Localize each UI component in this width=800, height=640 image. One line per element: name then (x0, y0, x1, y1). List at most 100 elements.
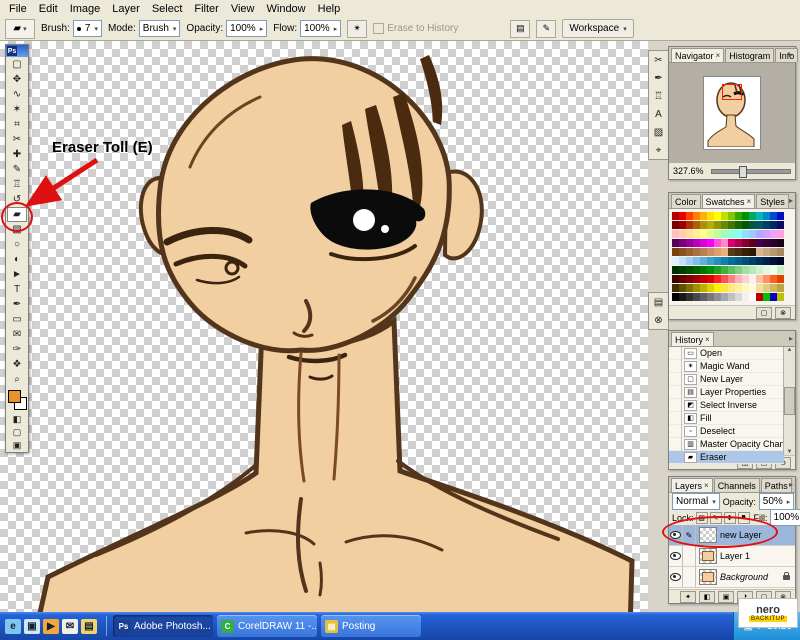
color-swatch[interactable] (700, 239, 707, 247)
color-swatch[interactable] (707, 239, 714, 247)
layer-set-icon[interactable]: ▣ (718, 590, 734, 603)
history-step-eraser[interactable]: ▰ Eraser (669, 451, 784, 464)
close-icon[interactable]: × (747, 197, 752, 206)
color-swatch[interactable] (714, 221, 721, 229)
color-swatch[interactable] (714, 248, 721, 256)
stamp-tool[interactable]: ♖ (650, 87, 667, 105)
dodge-tool[interactable]: ◐ (7, 252, 27, 267)
color-swatch[interactable] (756, 248, 763, 256)
color-swatch[interactable] (770, 248, 777, 256)
color-swatch[interactable] (700, 266, 707, 274)
color-swatch[interactable] (693, 293, 700, 301)
color-swatch[interactable] (756, 239, 763, 247)
color-swatch[interactable] (707, 248, 714, 256)
menu-file[interactable]: File (3, 1, 33, 17)
history-step-select-inverse[interactable]: ◩ Select Inverse (669, 399, 784, 412)
fill-input[interactable]: 100% ▸ (769, 509, 800, 526)
history-step-magic-wand[interactable]: ✶ Magic Wand (669, 360, 784, 373)
color-swatch[interactable] (742, 284, 749, 292)
navigator-view-rectangle[interactable] (722, 84, 742, 100)
show-desktop-icon[interactable]: ▣ (24, 618, 40, 634)
swatches-tab-color[interactable]: Color (671, 194, 701, 208)
color-swatch[interactable] (679, 212, 686, 220)
color-swatch[interactable] (721, 248, 728, 256)
color-swatch[interactable] (672, 212, 679, 220)
color-swatch[interactable] (721, 221, 728, 229)
eyedropper-tool[interactable]: ✑ (7, 342, 27, 357)
panel-menu-icon[interactable]: ▸ (789, 50, 793, 59)
navigator-zoom-slider[interactable] (711, 165, 791, 178)
panel-menu-icon[interactable]: ▸ (789, 196, 793, 205)
move-tool[interactable]: ✥ (7, 72, 27, 87)
flow-input[interactable]: 100% ▸ (300, 20, 342, 37)
layers-tab-layers[interactable]: Layers × (671, 478, 713, 492)
scrollbar-thumb[interactable] (784, 387, 795, 415)
color-swatch[interactable] (686, 212, 693, 220)
color-swatch[interactable] (777, 266, 784, 274)
layer-row-layer-1[interactable]: Layer 1 (669, 546, 795, 567)
color-swatch[interactable] (735, 221, 742, 229)
color-swatch[interactable] (756, 257, 763, 265)
zoom-tool[interactable]: ⌕ (7, 372, 27, 387)
color-swatch[interactable] (749, 248, 756, 256)
color-swatch[interactable] (672, 221, 679, 229)
color-swatch[interactable] (700, 248, 707, 256)
color-swatch[interactable] (749, 257, 756, 265)
color-swatch[interactable] (693, 230, 700, 238)
color-swatch[interactable] (679, 275, 686, 283)
shape-tool[interactable]: ▭ (7, 312, 27, 327)
color-swatch[interactable] (700, 221, 707, 229)
color-swatch[interactable] (763, 266, 770, 274)
color-swatch[interactable] (749, 293, 756, 301)
color-swatch[interactable] (707, 266, 714, 274)
lasso-tool[interactable]: ∿ (7, 87, 27, 102)
color-swatch[interactable] (728, 239, 735, 247)
layers-tab-paths[interactable]: Paths (760, 478, 792, 492)
color-swatch[interactable] (714, 230, 721, 238)
color-swatch[interactable] (749, 266, 756, 274)
color-swatch[interactable] (672, 284, 679, 292)
document-canvas[interactable] (0, 41, 648, 612)
jump-to-imageready[interactable]: ▣ (7, 439, 27, 452)
color-swatch[interactable] (672, 293, 679, 301)
slider-thumb[interactable] (739, 165, 748, 178)
color-swatch[interactable] (686, 230, 693, 238)
menu-help[interactable]: Help (312, 1, 347, 17)
history-step-deselect[interactable]: ▫ Deselect (669, 425, 784, 438)
color-swatch[interactable] (770, 230, 777, 238)
color-swatch[interactable] (756, 275, 763, 283)
color-swatch[interactable] (679, 257, 686, 265)
color-swatch[interactable] (707, 230, 714, 238)
lock-position-button[interactable]: ✥ (723, 511, 736, 524)
color-swatch[interactable] (735, 248, 742, 256)
color-swatch[interactable] (735, 230, 742, 238)
color-swatch[interactable] (693, 248, 700, 256)
navigator-preview[interactable] (669, 63, 795, 163)
file-browser-button[interactable]: ▤ (510, 19, 531, 38)
menu-image[interactable]: Image (64, 1, 107, 17)
color-swatch[interactable] (763, 230, 770, 238)
blend-mode-select[interactable]: Normal ▾ (672, 493, 720, 510)
menu-window[interactable]: Window (261, 1, 312, 17)
gradient-tool[interactable]: ▧ (7, 222, 27, 237)
color-swatch[interactable] (714, 212, 721, 220)
pen-tool[interactable]: ✒ (650, 69, 667, 87)
slice-tool[interactable]: ✂ (7, 132, 27, 147)
scroll-up-icon[interactable]: ▲ (787, 347, 793, 353)
history-step-fill[interactable]: ◧ Fill (669, 412, 784, 425)
delete-swatch-icon[interactable]: ⊗ (775, 306, 791, 319)
color-swatch[interactable] (728, 293, 735, 301)
layer-style-icon[interactable]: ✦ (680, 590, 696, 603)
color-swatch[interactable] (707, 212, 714, 220)
color-swatch[interactable] (777, 239, 784, 247)
color-swatch[interactable] (756, 293, 763, 301)
color-swatch[interactable] (679, 239, 686, 247)
color-swatch[interactable] (721, 230, 728, 238)
color-swatch[interactable] (742, 230, 749, 238)
rectangular-marquee-tool[interactable]: ▢ (7, 57, 27, 72)
magic-wand-tool[interactable]: ✶ (7, 102, 27, 117)
close-icon[interactable]: × (704, 481, 709, 490)
screen-mode[interactable]: ▢ (7, 426, 27, 439)
color-swatch[interactable] (700, 275, 707, 283)
color-swatch[interactable] (749, 284, 756, 292)
